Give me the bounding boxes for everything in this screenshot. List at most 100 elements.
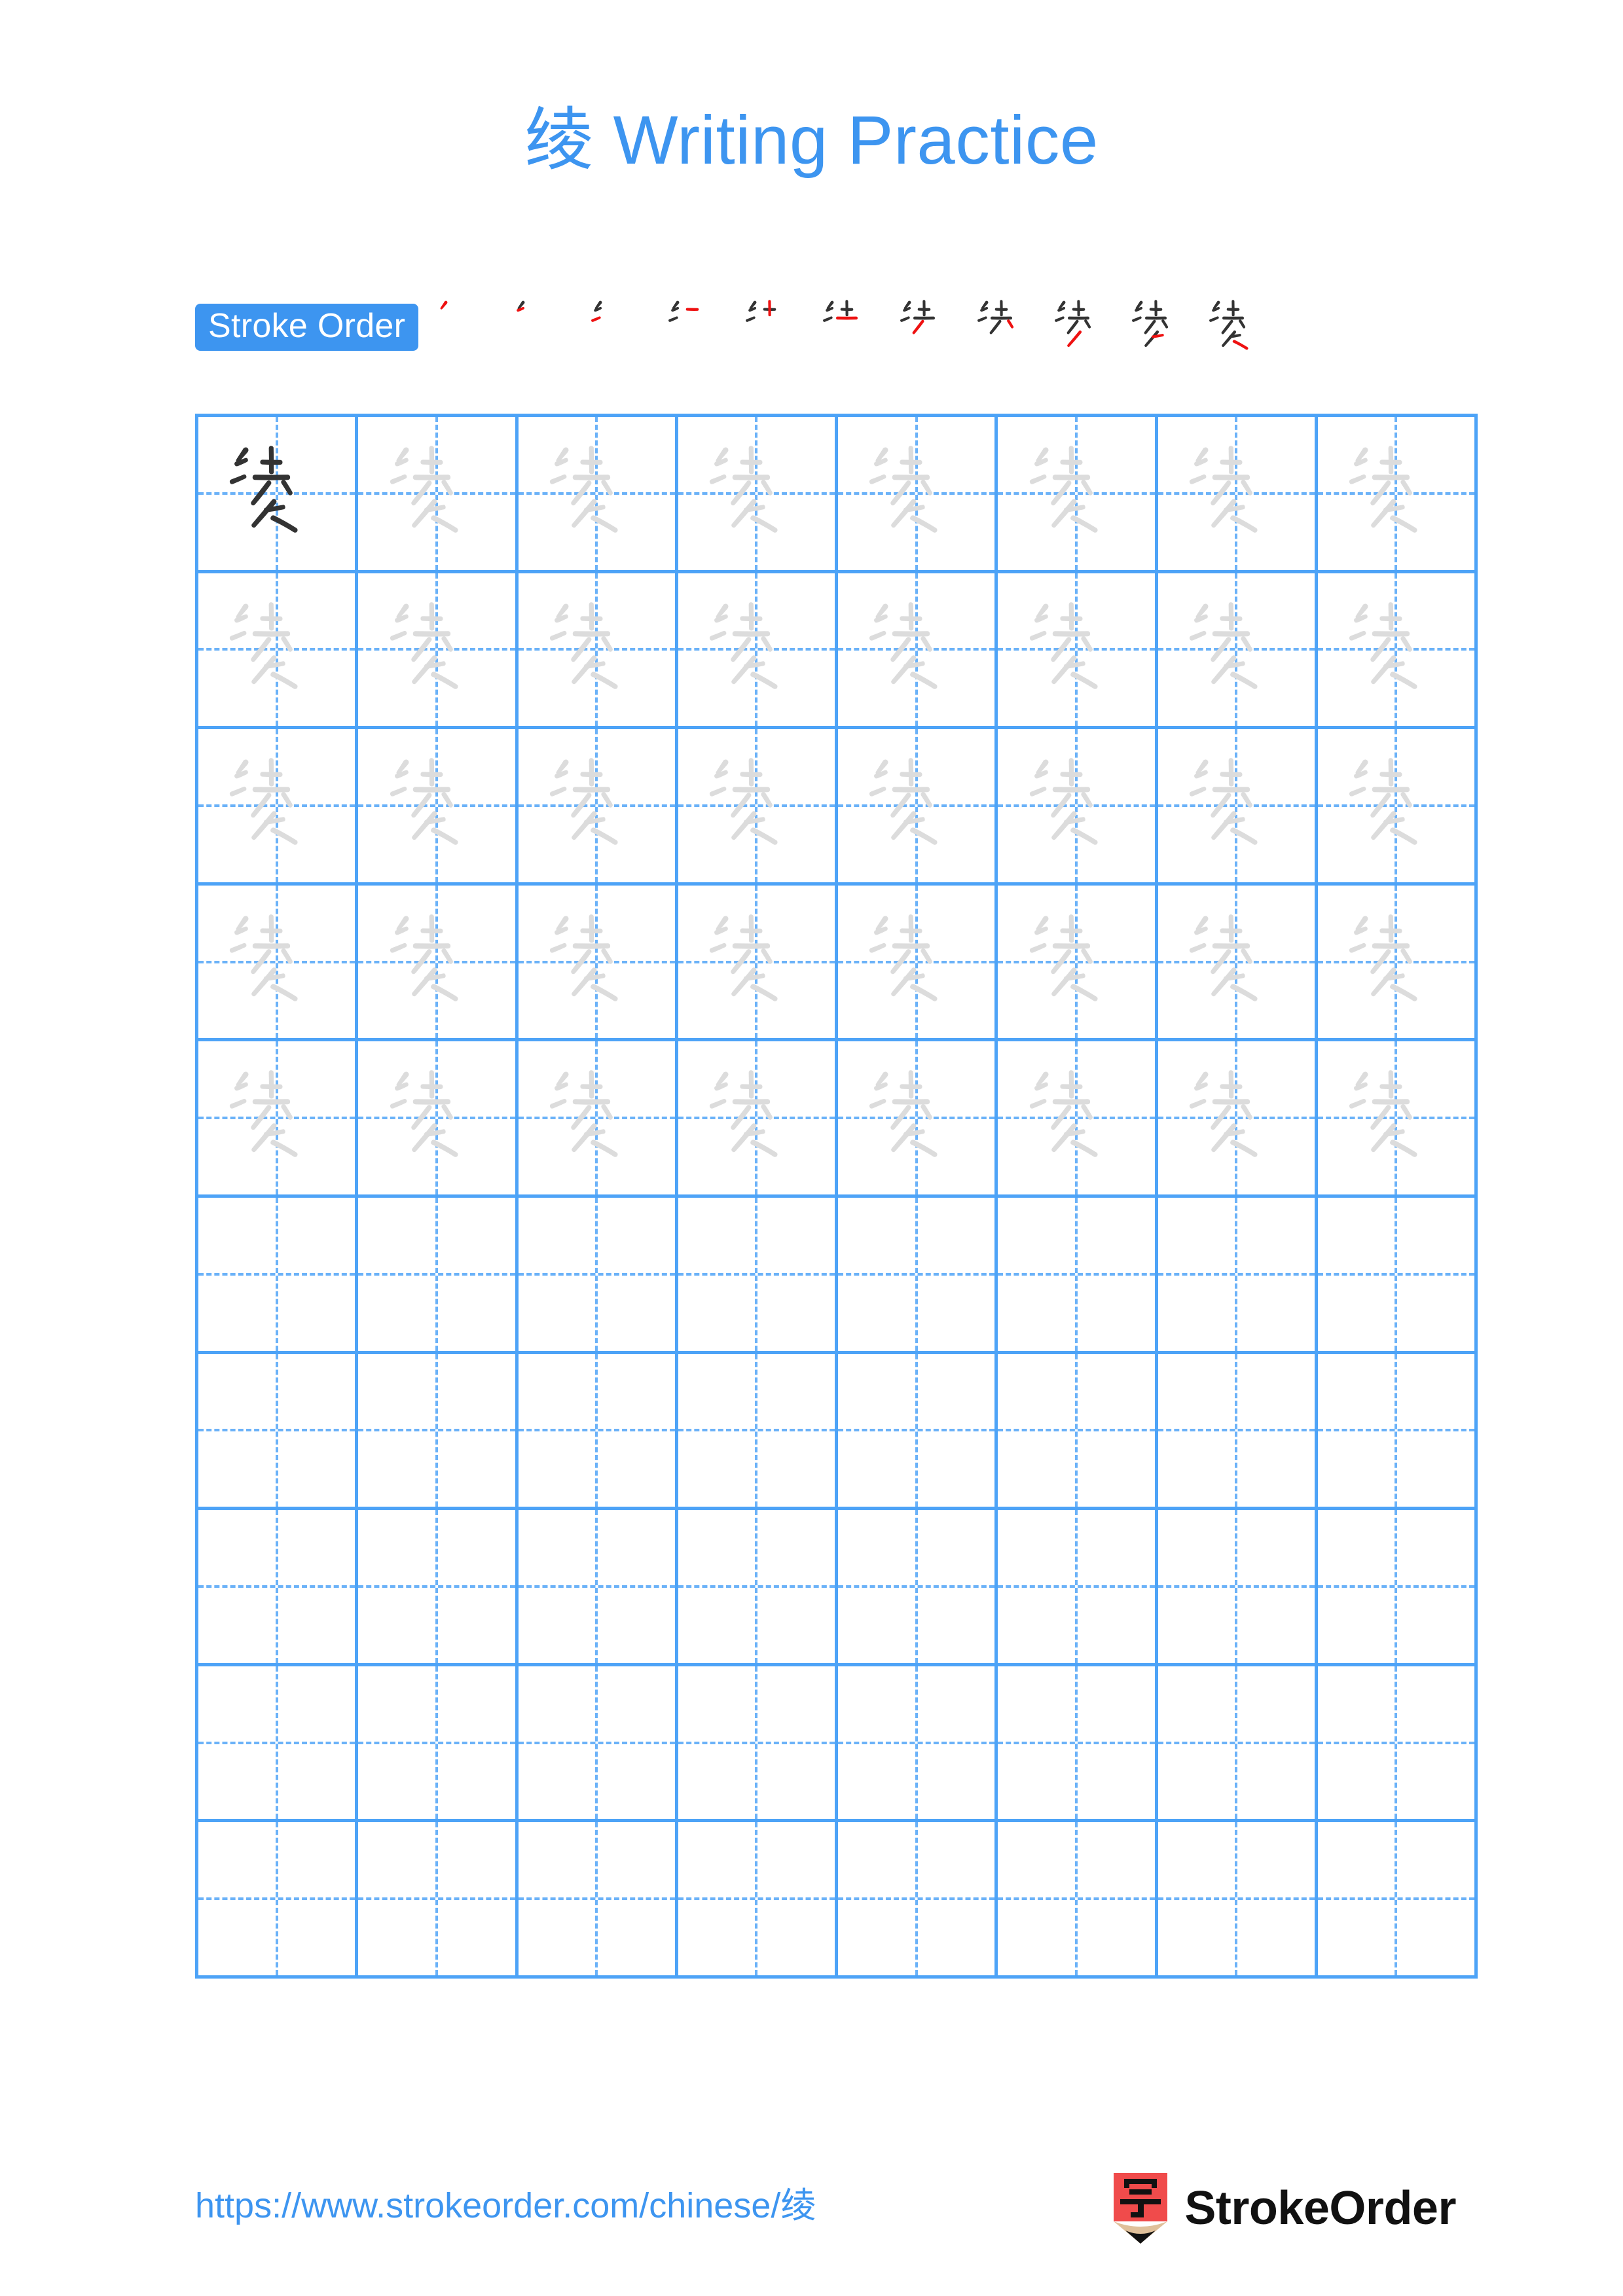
brand-lockup: StrokeOrder [1111,2173,1456,2244]
grid-cell-r3-c6[interactable] [998,729,1158,886]
grid-cell-r1-c2[interactable] [358,417,519,573]
grid-cell-r1-c8[interactable] [1317,417,1478,573]
practice-grid [195,414,1478,1979]
grid-cell-r2-c1[interactable] [198,573,359,730]
grid-cell-r7-c1[interactable] [198,1354,359,1511]
grid-cell-r10-c3[interactable] [518,1822,678,1979]
grid-cell-r8-c3[interactable] [518,1510,678,1666]
grid-cell-r5-c6[interactable] [998,1041,1158,1198]
trace-character [838,886,994,1039]
grid-cell-r2-c3[interactable] [518,573,678,730]
trace-character [1318,1041,1474,1194]
grid-cell-r7-c6[interactable] [998,1354,1158,1511]
grid-cell-r7-c5[interactable] [838,1354,998,1511]
grid-cell-r5-c1[interactable] [198,1041,359,1198]
grid-cell-r4-c6[interactable] [998,885,1158,1042]
grid-cell-r1-c1[interactable] [198,417,359,573]
grid-cell-r8-c5[interactable] [838,1510,998,1666]
grid-cell-r9-c5[interactable] [838,1666,998,1823]
grid-cell-r2-c6[interactable] [998,573,1158,730]
stroke-step-8 [966,289,1043,366]
grid-cell-r7-c7[interactable] [1158,1354,1318,1511]
grid-cell-r6-c5[interactable] [838,1198,998,1354]
grid-cell-r4-c8[interactable] [1317,885,1478,1042]
grid-cell-r2-c7[interactable] [1158,573,1318,730]
grid-cell-r5-c3[interactable] [518,1041,678,1198]
grid-cell-r5-c7[interactable] [1158,1041,1318,1198]
grid-cell-r10-c6[interactable] [998,1822,1158,1979]
grid-cell-r10-c1[interactable] [198,1822,359,1979]
grid-cell-r7-c3[interactable] [518,1354,678,1511]
grid-cell-r8-c7[interactable] [1158,1510,1318,1666]
grid-cell-r4-c7[interactable] [1158,885,1318,1042]
grid-cell-r3-c3[interactable] [518,729,678,886]
grid-cell-r10-c8[interactable] [1317,1822,1478,1979]
grid-cell-r1-c5[interactable] [838,417,998,573]
grid-cell-r3-c8[interactable] [1317,729,1478,886]
grid-cell-r7-c4[interactable] [678,1354,838,1511]
grid-cell-r6-c3[interactable] [518,1198,678,1354]
grid-cell-r2-c4[interactable] [678,573,838,730]
trace-character [1158,417,1315,570]
grid-cell-r8-c2[interactable] [358,1510,519,1666]
grid-cell-r10-c2[interactable] [358,1822,519,1979]
grid-cell-r4-c4[interactable] [678,885,838,1042]
grid-cell-r3-c2[interactable] [358,729,519,886]
grid-cell-r8-c6[interactable] [998,1510,1158,1666]
grid-cell-r4-c2[interactable] [358,885,519,1042]
stroke-step-6 [811,289,888,366]
grid-cell-r9-c6[interactable] [998,1666,1158,1823]
grid-cell-r2-c5[interactable] [838,573,998,730]
grid-cell-r2-c2[interactable] [358,573,519,730]
grid-cell-r4-c1[interactable] [198,885,359,1042]
trace-character [1158,1041,1315,1194]
grid-cell-r6-c6[interactable] [998,1198,1158,1354]
grid-cell-r8-c4[interactable] [678,1510,838,1666]
grid-cell-r5-c4[interactable] [678,1041,838,1198]
grid-cell-r5-c8[interactable] [1317,1041,1478,1198]
stroke-step-11 [1197,289,1275,366]
grid-cell-r3-c4[interactable] [678,729,838,886]
grid-cell-r6-c7[interactable] [1158,1198,1318,1354]
grid-cell-r9-c8[interactable] [1317,1666,1478,1823]
trace-character [358,729,515,882]
grid-cell-r9-c1[interactable] [198,1666,359,1823]
grid-cell-r1-c4[interactable] [678,417,838,573]
grid-cell-r9-c7[interactable] [1158,1666,1318,1823]
grid-cell-r6-c4[interactable] [678,1198,838,1354]
stroke-step-7 [888,289,966,366]
stroke-step-5 [734,289,811,366]
grid-cell-r6-c8[interactable] [1317,1198,1478,1354]
grid-cell-r3-c1[interactable] [198,729,359,886]
grid-cell-r1-c7[interactable] [1158,417,1318,573]
grid-cell-r8-c1[interactable] [198,1510,359,1666]
grid-cell-r1-c3[interactable] [518,417,678,573]
model-character [198,417,355,570]
grid-cell-r6-c1[interactable] [198,1198,359,1354]
grid-cell-r4-c3[interactable] [518,885,678,1042]
grid-cell-r8-c8[interactable] [1317,1510,1478,1666]
pencil-logo-icon [1111,2173,1170,2244]
grid-cell-r9-c2[interactable] [358,1666,519,1823]
grid-cell-r10-c4[interactable] [678,1822,838,1979]
grid-cell-r5-c5[interactable] [838,1041,998,1198]
trace-character [198,1041,355,1194]
grid-cell-r7-c2[interactable] [358,1354,519,1511]
grid-cell-r5-c2[interactable] [358,1041,519,1198]
grid-cell-r6-c2[interactable] [358,1198,519,1354]
grid-cell-r9-c4[interactable] [678,1666,838,1823]
grid-cell-r4-c5[interactable] [838,885,998,1042]
grid-cell-r3-c7[interactable] [1158,729,1318,886]
grid-cell-r10-c5[interactable] [838,1822,998,1979]
trace-character [1158,729,1315,882]
grid-cell-r1-c6[interactable] [998,417,1158,573]
stroke-step-3 [579,289,657,366]
trace-character [1318,729,1474,882]
grid-cell-r3-c5[interactable] [838,729,998,886]
stroke-step-list [425,289,1275,366]
grid-cell-r7-c8[interactable] [1317,1354,1478,1511]
grid-cell-r2-c8[interactable] [1317,573,1478,730]
grid-cell-r9-c3[interactable] [518,1666,678,1823]
source-url-link[interactable]: https://www.strokeorder.com/chinese/绫 [195,2185,816,2227]
grid-cell-r10-c7[interactable] [1158,1822,1318,1979]
